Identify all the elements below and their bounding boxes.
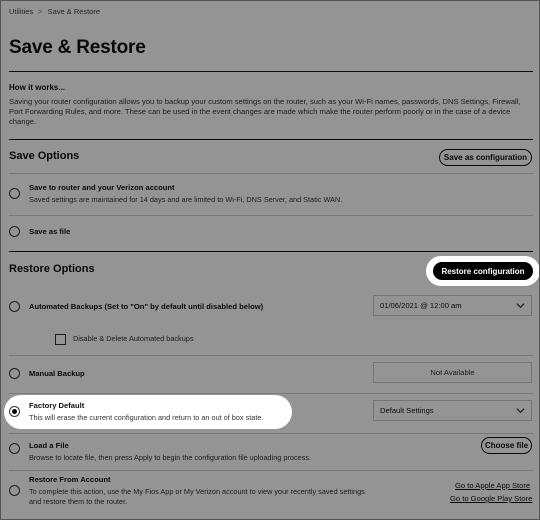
automated-backups-label: Automated Backups (Set to "On" by defaul…: [29, 302, 264, 311]
load-file-radio[interactable]: [9, 443, 20, 454]
automated-backup-date-value: 01/06/2021 @ 12:00 am: [380, 301, 462, 310]
restore-divider-1: [9, 355, 533, 356]
breadcrumb: Utilities > Save & Restore: [9, 7, 100, 16]
load-file-label: Load a File: [29, 441, 69, 450]
restore-divider-4: [9, 470, 533, 471]
load-file-description: Browse to locate file, then press Apply …: [29, 453, 311, 462]
chevron-down-icon: [516, 408, 525, 414]
restore-from-account-radio[interactable]: [9, 485, 20, 496]
factory-default-highlight: Factory Default This will erase the curr…: [4, 395, 292, 429]
breadcrumb-current: Save & Restore: [47, 7, 101, 16]
restore-options-title: Restore Options: [9, 263, 95, 275]
restore-options-divider: [9, 251, 533, 252]
restore-from-account-label: Restore From Account: [29, 475, 111, 484]
save-as-file-radio[interactable]: [9, 226, 20, 237]
chevron-down-icon: [516, 303, 525, 309]
save-options-title: Save Options: [9, 150, 80, 162]
save-to-router-description: Saved settings are maintained for 14 day…: [29, 195, 343, 204]
restore-configuration-highlight: Restore configuration: [426, 256, 539, 286]
save-to-router-label: Save to router and your Verizon account: [29, 183, 175, 192]
manual-backup-radio[interactable]: [9, 368, 20, 379]
automated-backup-date-select[interactable]: 01/06/2021 @ 12:00 am: [373, 295, 532, 316]
how-it-works-title: How it works...: [9, 83, 66, 92]
breadcrumb-separator: >: [38, 7, 43, 16]
factory-default-select[interactable]: Default Settings: [373, 400, 532, 421]
manual-backup-field: Not Available: [373, 362, 532, 383]
save-as-file-label: Save as file: [29, 227, 71, 236]
restore-from-account-description-line2: and restore them to the router.: [29, 497, 128, 506]
save-to-router-radio[interactable]: [9, 188, 20, 199]
save-as-configuration-button[interactable]: Save as configuration: [439, 149, 532, 166]
factory-default-radio[interactable]: [9, 406, 20, 417]
restore-divider-3: [9, 433, 533, 434]
save-divider-1: [9, 173, 533, 174]
apple-app-store-link[interactable]: Go to Apple App Store: [455, 481, 530, 490]
how-it-works-text: Saving your router configuration allows …: [9, 97, 521, 127]
automated-backups-radio[interactable]: [9, 301, 20, 312]
factory-default-label: Factory Default: [29, 401, 85, 410]
google-play-store-link[interactable]: Go to Google Play Store: [450, 494, 532, 503]
factory-default-select-value: Default Settings: [380, 406, 434, 415]
page-title: Save & Restore: [9, 37, 146, 58]
app-window: Utilities > Save & Restore Save & Restore …: [0, 0, 540, 520]
title-divider: [9, 71, 533, 72]
restore-from-account-description-line1: To complete this action, use the My Fios…: [29, 487, 365, 496]
save-options-divider: [9, 139, 533, 140]
manual-backup-label: Manual Backup: [29, 369, 85, 378]
breadcrumb-utilities-link[interactable]: Utilities: [9, 7, 33, 16]
restore-divider-2: [9, 393, 533, 394]
choose-file-button[interactable]: Choose file: [481, 437, 532, 454]
save-divider-2: [9, 215, 533, 216]
factory-default-description: This will erase the current configuratio…: [29, 413, 264, 422]
restore-configuration-button[interactable]: Restore configuration: [433, 262, 533, 280]
manual-backup-value: Not Available: [430, 368, 475, 377]
disable-automated-backups-label: Disable & Delete Automated backups: [73, 334, 194, 343]
disable-automated-backups-checkbox[interactable]: [55, 334, 66, 345]
